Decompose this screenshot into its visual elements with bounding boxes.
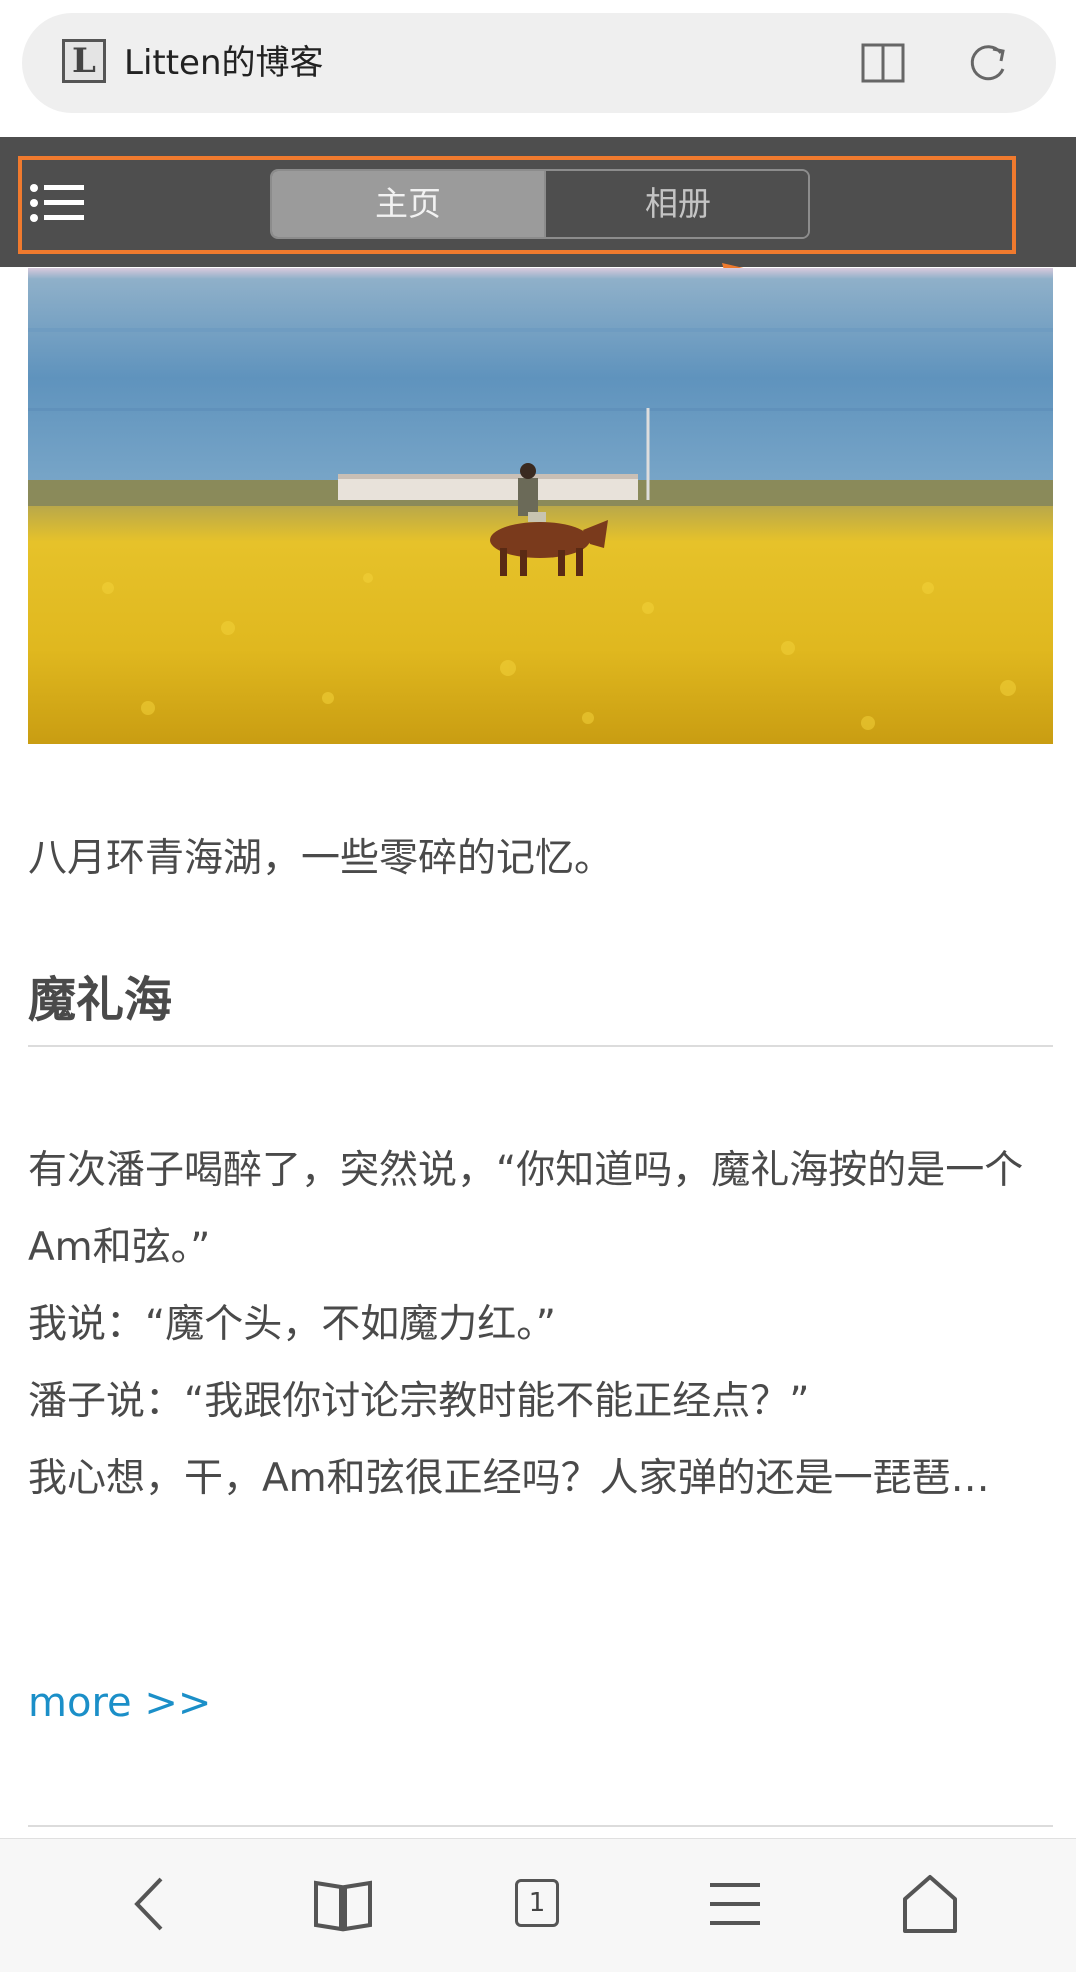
annotation-highlight-box	[18, 156, 1016, 254]
article-paragraph: 有次潘子喝醉了，突然说，“你知道吗，魔礼海按的是一个Am和弦。” 我说：“魔个头…	[28, 1132, 1053, 1517]
section-heading: 魔礼海	[28, 972, 173, 1028]
paragraph-line: 我心想，干，Am和弦很正经吗？人家弹的还是一琵琶…	[28, 1456, 990, 1501]
site-favicon-icon: L	[62, 39, 106, 83]
article-divider	[28, 1825, 1053, 1827]
browser-toolbar: 1	[0, 1838, 1076, 1972]
tab-count: 1	[515, 1879, 559, 1927]
bookmarks-icon[interactable]	[308, 1869, 378, 1939]
address-bar[interactable]: L Litten的博客	[22, 13, 1056, 113]
lake-horse-photo	[28, 268, 1053, 744]
paragraph-line: 我说：“魔个头，不如魔力红。”	[28, 1302, 556, 1347]
tabs-icon[interactable]: 1	[503, 1869, 573, 1939]
page-title[interactable]: Litten的博客	[124, 38, 324, 88]
paragraph-line: 有次潘子喝醉了，突然说，“你知道吗，魔礼海按的是一个Am和弦。”	[28, 1148, 1024, 1270]
heading-divider	[28, 1045, 1053, 1047]
menu-icon[interactable]	[700, 1869, 770, 1939]
back-icon[interactable]	[115, 1869, 185, 1939]
paragraph-line: 潘子说：“我跟你讨论宗教时能不能正经点？”	[28, 1379, 810, 1424]
article-intro: 八月环青海湖，一些零碎的记忆。	[28, 836, 614, 881]
home-icon[interactable]	[895, 1869, 965, 1939]
book-open-icon[interactable]	[860, 41, 906, 85]
more-link[interactable]: more >>	[28, 1673, 211, 1733]
reload-icon[interactable]	[963, 39, 1011, 87]
